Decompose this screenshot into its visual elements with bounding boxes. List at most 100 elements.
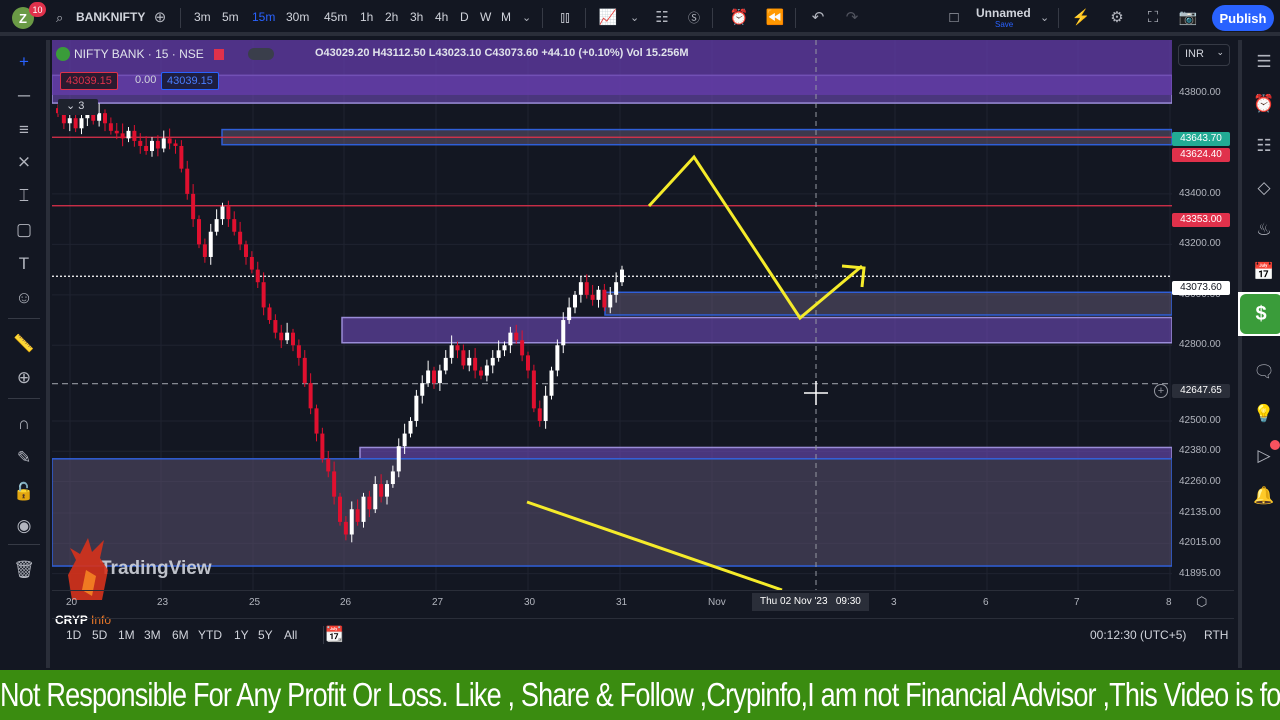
interval-15m[interactable]: 15m (252, 10, 275, 24)
watchlist-icon[interactable]: ☰ (1250, 50, 1278, 74)
candle-body (379, 484, 384, 497)
ideas-icon[interactable]: 💡 (1250, 402, 1278, 426)
range-1M[interactable]: 1M (118, 628, 135, 642)
symbol-title[interactable]: NIFTY BANK · 15 · NSE (74, 47, 204, 61)
zoom-in-icon[interactable]: ⊕ (10, 366, 38, 390)
magnet-icon[interactable]: ∩ (10, 412, 38, 436)
range-5Y[interactable]: 5Y (258, 628, 273, 642)
hotlist-icon[interactable]: ♨ (1250, 218, 1278, 242)
x-tick-label: 7 (1074, 597, 1080, 608)
camera-icon[interactable]: 📷 (1177, 0, 1199, 36)
range-5D[interactable]: 5D (92, 628, 107, 642)
sell-button[interactable]: 43039.15 (60, 72, 118, 90)
indicators-collapse[interactable]: ⌄ 3 (58, 99, 98, 115)
range-YTD[interactable]: YTD (198, 628, 222, 642)
interval-M[interactable]: M (501, 10, 511, 24)
divider (795, 8, 796, 28)
strategy-icon[interactable]: Ⓢ (684, 0, 704, 36)
y-tick-label: 42380.00 (1179, 445, 1221, 457)
chevron-down-icon[interactable]: ⌄ (522, 0, 531, 36)
fib-icon[interactable]: ≡ (10, 118, 38, 142)
interval-5m[interactable]: 5m (222, 10, 239, 24)
templates-icon[interactable]: ☷ (652, 0, 672, 36)
y-tick-label: 42800.00 (1179, 339, 1221, 351)
visibility-toggle[interactable] (247, 48, 274, 60)
chevron-down-icon[interactable]: ⌄ (630, 0, 639, 36)
candle-body (526, 355, 530, 371)
text-icon[interactable]: T (10, 252, 38, 276)
chart-canvas[interactable] (52, 40, 1172, 590)
candle-body (279, 332, 284, 341)
undo-icon[interactable]: ↶ (808, 0, 828, 36)
time-axis[interactable]: 20 23 25 26 27 30 31 Nov 3 6 7 8 Thu 02 Nov '23 09:… (52, 590, 1234, 614)
add-list-icon[interactable]: ☷ (1250, 134, 1278, 158)
bell-icon[interactable]: 🔔 (1250, 484, 1278, 508)
add-alert-icon[interactable]: + (1154, 384, 1168, 398)
layout-name[interactable]: Unnamed (976, 6, 1031, 20)
chevron-down-icon[interactable]: ⌄ (1040, 0, 1049, 36)
symbol-search[interactable]: BANKNIFTY (76, 10, 145, 24)
buy-button[interactable]: 43039.15 (161, 72, 219, 90)
eye-icon[interactable]: ◉ (10, 514, 38, 538)
publish-button[interactable]: Publish (1212, 5, 1274, 31)
pattern-icon[interactable]: ⨯ (10, 150, 38, 174)
crosshair-icon[interactable]: + (10, 50, 38, 74)
calendar-icon[interactable]: 📅 (1250, 260, 1278, 284)
candle-body (426, 370, 431, 384)
candle-body (161, 138, 166, 149)
interval-3h[interactable]: 3h (410, 10, 423, 24)
lock-drawing-icon[interactable]: ✎ (10, 446, 38, 470)
right-widgetbar: ☰ ⏰ ☷ ◇ ♨ 📅 $ 🗨 💡 ▷ 🔔 (1238, 40, 1280, 668)
candle-body (373, 484, 378, 510)
goto-date-icon[interactable]: 📆 (325, 625, 344, 643)
interval-1h[interactable]: 1h (360, 10, 373, 24)
gear-icon[interactable]: ⚙ (1106, 0, 1128, 36)
candle-type-icon[interactable]: ⫾⫾ (555, 0, 575, 36)
range-3M[interactable]: 3M (144, 628, 161, 642)
range-1D[interactable]: 1D (66, 628, 81, 642)
emoji-icon[interactable]: ☺ (10, 286, 38, 310)
currency-select[interactable]: INR ⌄ (1178, 44, 1230, 66)
chat-icon[interactable]: 🗨 (1250, 360, 1278, 384)
interval-3m[interactable]: 3m (194, 10, 211, 24)
money-wallet-icon[interactable]: $ (1238, 292, 1280, 336)
range-1Y[interactable]: 1Y (234, 628, 249, 642)
layers-icon[interactable]: ◇ (1250, 176, 1278, 200)
indicators-icon[interactable]: 📈 (598, 0, 618, 36)
redo-icon[interactable]: ↷ (842, 0, 862, 36)
price-axis[interactable]: INR⌄ 43800.0043400.0043200.0043000.00428… (1172, 40, 1234, 590)
save-link[interactable]: Save (995, 20, 1013, 29)
y-tick-label: 42500.00 (1179, 414, 1221, 426)
interval-D[interactable]: D (460, 10, 469, 24)
chart-area[interactable] (52, 40, 1172, 590)
interval-2h[interactable]: 2h (385, 10, 398, 24)
interval-4h[interactable]: 4h (435, 10, 448, 24)
candle-body (461, 350, 466, 366)
trash-icon[interactable]: 🗑 (10, 558, 38, 582)
trendline-icon[interactable]: ─ (10, 84, 38, 108)
replay-icon[interactable]: ⏪ (765, 0, 785, 36)
interval-30m[interactable]: 30m (286, 10, 309, 24)
clock-timezone[interactable]: 00:12:30 (UTC+5) (1090, 628, 1186, 642)
candle-body (408, 420, 413, 434)
quick-search-icon[interactable]: ⚡ (1070, 0, 1092, 36)
divider (1058, 8, 1059, 28)
alert-icon[interactable]: ⏰ (728, 0, 750, 36)
fullscreen-icon[interactable]: ⛶ (1142, 0, 1164, 36)
interval-W[interactable]: W (480, 10, 491, 24)
interval-45m[interactable]: 45m (324, 10, 347, 24)
add-symbol-icon[interactable]: ⊕ (150, 0, 170, 36)
range-All[interactable]: All (284, 628, 297, 642)
ruler-icon[interactable]: 📏 (10, 332, 38, 356)
candle-body (73, 118, 78, 129)
lock-icon[interactable]: 🔓 (10, 480, 38, 504)
forecast-icon[interactable]: ⌶ (10, 184, 38, 208)
alarm-icon[interactable]: ⏰ (1250, 92, 1278, 116)
layout-icon[interactable]: □ (943, 0, 965, 36)
shapes-icon[interactable]: ▢ (10, 218, 38, 242)
flag-icon[interactable] (213, 48, 224, 60)
candle-body (432, 370, 436, 384)
range-6M[interactable]: 6M (172, 628, 189, 642)
axis-settings-icon[interactable]: ⬡ (1196, 594, 1207, 610)
session-toggle[interactable]: RTH (1204, 628, 1228, 642)
